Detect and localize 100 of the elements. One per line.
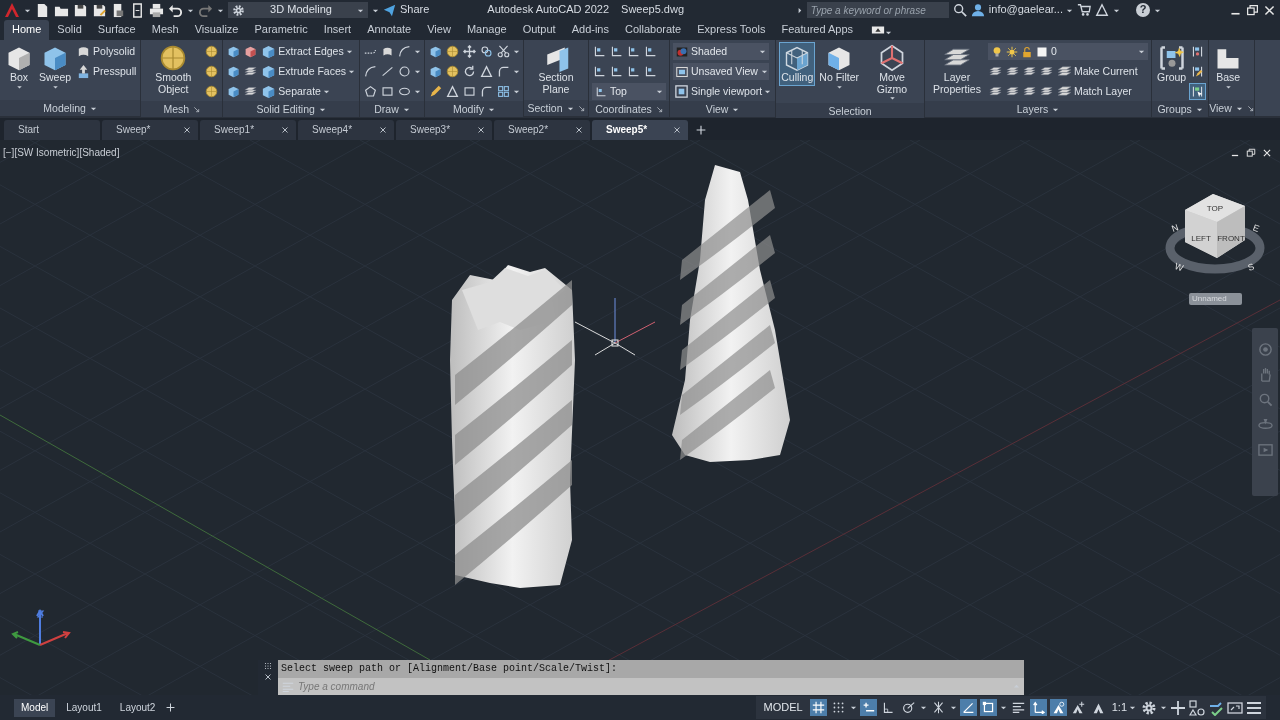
view-cube[interactable] (1165, 194, 1265, 274)
close-icon[interactable] (280, 125, 290, 135)
check-icon[interactable] (1208, 699, 1224, 716)
save-icon[interactable] (92, 2, 107, 18)
document-tab[interactable]: Sweep2* (494, 120, 590, 140)
printer-icon[interactable] (149, 2, 164, 18)
ribbon-button[interactable]: Match Layer (1056, 82, 1133, 101)
ribbon-tab[interactable]: Parametric (246, 20, 316, 40)
compass-label[interactable]: W (1173, 261, 1185, 274)
move-icon[interactable] (462, 44, 477, 59)
viewport-label[interactable]: [−][SW Isometric][Shaded] (3, 147, 120, 159)
ribbon-button[interactable]: Sweep (37, 42, 74, 92)
ribbon-button[interactable]: Box (3, 42, 35, 92)
shapes-icon[interactable] (1189, 699, 1205, 716)
close-icon[interactable] (672, 125, 682, 135)
save-icon[interactable] (73, 2, 88, 18)
document-icon[interactable] (130, 2, 145, 18)
arc-icon[interactable] (397, 44, 412, 59)
launcher-icon[interactable] (1246, 104, 1254, 112)
ribbon-button[interactable]: Extrude Faces (260, 62, 356, 81)
workspace-dropdown[interactable]: 3D Modeling (228, 2, 368, 18)
compass-label[interactable]: N (1170, 222, 1180, 234)
launcher-icon[interactable] (193, 105, 201, 113)
layout-tab[interactable]: Layout1 (59, 698, 109, 717)
menu-icon[interactable] (1246, 699, 1262, 716)
ribbon-button[interactable]: Polysolid (75, 42, 137, 61)
sphere-icon[interactable] (204, 64, 220, 79)
ribbon-tab[interactable]: Surface (89, 20, 144, 40)
dropdown[interactable]: Unsaved View (673, 63, 769, 80)
close-icon[interactable] (182, 125, 192, 135)
search-icon[interactable] (952, 3, 967, 17)
axes-icon[interactable] (609, 64, 624, 79)
axes-icon[interactable] (1029, 699, 1047, 716)
expand-icon[interactable] (1227, 699, 1243, 716)
ribbon-tab[interactable]: Visualize (186, 20, 247, 40)
ribbon-tab[interactable]: Collaborate (616, 20, 690, 40)
sphere-icon[interactable] (445, 64, 460, 79)
document-tab[interactable]: Start (4, 120, 100, 140)
cube-icon[interactable] (428, 44, 443, 59)
rings-icon[interactable] (479, 44, 494, 59)
close-icon[interactable] (1262, 148, 1272, 158)
sphere-icon[interactable] (445, 44, 460, 59)
share-button[interactable]: Share (383, 3, 430, 17)
command-bar[interactable]: Type a command (278, 678, 1024, 695)
close-icon[interactable] (476, 125, 486, 135)
pencil-icon[interactable] (428, 84, 443, 99)
account-menu[interactable]: info@gaelear... (988, 3, 1073, 17)
annotation-scale-button[interactable]: 1:1 (1109, 700, 1138, 715)
ribbon-button[interactable]: Make Current (1056, 62, 1139, 81)
ribbon-tab[interactable]: Manage (458, 20, 515, 40)
ribbon-tab[interactable]: Insert (315, 20, 360, 40)
ribbon-button[interactable]: No Filter (817, 42, 861, 92)
axes-icon[interactable] (643, 44, 658, 59)
model-space-button[interactable]: MODEL (759, 700, 807, 715)
circle-icon[interactable] (397, 64, 412, 79)
close-icon[interactable] (1263, 3, 1276, 17)
dots-icon[interactable] (264, 662, 272, 670)
ribbon-tab[interactable]: Mesh (143, 20, 187, 40)
triangle-icon[interactable] (1095, 3, 1109, 17)
layout-tab[interactable]: Model (14, 698, 56, 717)
dropdown[interactable]: Top (592, 83, 666, 100)
ribbon-tab[interactable]: Express Tools (689, 20, 774, 40)
figure-icon[interactable] (1049, 699, 1067, 716)
redo-icon[interactable] (198, 2, 213, 18)
ribbon-button[interactable]: Separate (260, 82, 331, 101)
close-icon[interactable] (378, 125, 388, 135)
launcher-icon[interactable] (577, 104, 585, 112)
document-icon[interactable] (35, 2, 50, 18)
document-tab[interactable]: Sweep1* (200, 120, 296, 140)
ribbon-button[interactable]: Move Gizmo (863, 42, 921, 104)
ribbon-button[interactable]: Presspull (75, 62, 138, 81)
angle-icon[interactable] (959, 699, 977, 716)
compass-label[interactable]: E (1251, 222, 1261, 234)
undo-icon[interactable] (168, 2, 183, 18)
ribbon-button[interactable]: Layer Properties (928, 42, 986, 98)
ribbon-button[interactable]: Culling (779, 42, 816, 86)
restore-icon[interactable] (1246, 3, 1259, 17)
axes-icon[interactable] (626, 64, 641, 79)
cube-icon[interactable] (428, 64, 443, 79)
plus-icon[interactable] (166, 703, 176, 712)
snap-icon[interactable] (859, 699, 877, 716)
user-icon[interactable] (970, 3, 985, 17)
document-tab[interactable]: Sweep5* (592, 120, 688, 140)
group-icon[interactable] (1190, 84, 1206, 99)
grid-icon[interactable] (496, 84, 511, 99)
layout-tab[interactable]: Layout2 (112, 698, 163, 717)
ribbon-button[interactable]: Base (1212, 42, 1245, 92)
restore-icon[interactable] (1246, 148, 1256, 158)
rotate-icon[interactable] (462, 64, 477, 79)
sphere-icon[interactable] (204, 84, 220, 99)
axes-icon[interactable] (592, 64, 607, 79)
compass-label[interactable]: S (1246, 261, 1256, 273)
line-icon[interactable] (380, 64, 395, 79)
arc-icon[interactable] (363, 64, 378, 79)
triangle-icon[interactable] (479, 64, 494, 79)
ribbon-tab[interactable]: Annotate (359, 20, 420, 40)
close-icon[interactable] (574, 125, 584, 135)
ribbon-button[interactable]: Group (1155, 42, 1189, 86)
plus-icon[interactable] (1170, 699, 1186, 716)
ribbon-button[interactable]: Section Plane (527, 42, 585, 98)
